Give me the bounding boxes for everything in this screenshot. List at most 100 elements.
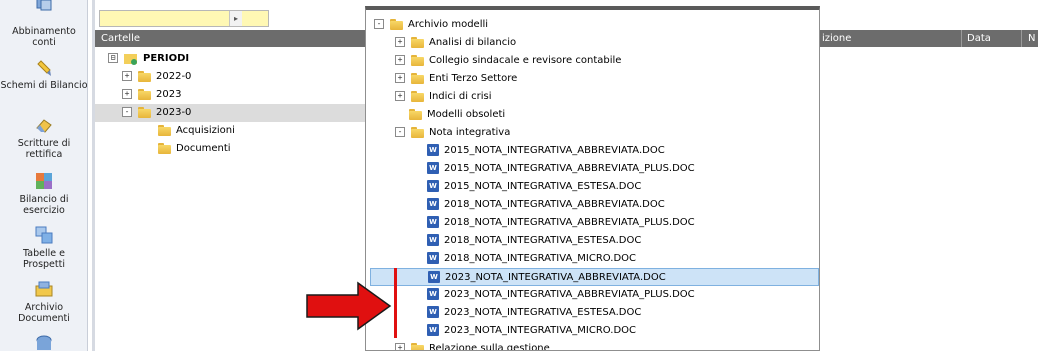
expand-icon[interactable]: + [395,91,405,101]
nav-item-archivio-documenti[interactable]: Archivio Documenti [0,280,88,324]
chevron-right-icon: ▸ [233,14,238,23]
tree-label: 2023_NOTA_INTEGRATIVA_ESTESA.DOC [444,307,642,318]
tree-node-relazione-sulla-gestione[interactable]: + Relazione sulla gestione [395,340,550,351]
eraser-icon [36,119,52,133]
tree-node-archivio-modelli[interactable]: - Archivio modelli [374,16,488,34]
tree-node-nota-integrativa[interactable]: - Nota integrativa [395,124,510,142]
tree-label: Modelli obsoleti [427,109,506,120]
expand-icon[interactable]: + [395,37,405,47]
tree-label: Nota integrativa [429,127,511,138]
search-go-button[interactable]: ▸ [229,11,242,26]
left-navigation-bar: Abbinamento conti Schemi di Bilancio Scr… [0,0,88,351]
panel-splitter[interactable] [92,0,95,351]
nav-item-schemi-di-bilancio[interactable]: Schemi di Bilancio [0,60,88,91]
word-document-icon: W [427,288,439,300]
word-document-icon: W [427,306,439,318]
tree-node-2022-0[interactable]: +2022-0 [122,68,191,86]
tree-file-2018-micro[interactable]: W 2018_NOTA_INTEGRATIVA_MICRO.DOC [427,250,636,268]
tree-file-2018-abbreviata[interactable]: W 2018_NOTA_INTEGRATIVA_ABBREVIATA.DOC [427,196,665,214]
tree-node-acquisizioni[interactable]: Acquisizioni [158,122,235,140]
tree-label: 2022-0 [156,71,192,82]
nav-label: Archivio Documenti [18,302,70,324]
collapse-icon[interactable]: - [374,19,384,29]
word-document-icon: W [427,252,439,264]
tree-node-2023[interactable]: +2023 [122,86,181,104]
tree-node-enti-terzo-settore[interactable]: + Enti Terzo Settore [395,70,517,88]
tree-node-documenti[interactable]: Documenti [158,140,231,158]
tree-label: 2023_NOTA_INTEGRATIVA_ABBREVIATA.DOC [445,272,666,283]
tree-file-2015-estesa[interactable]: W 2015_NOTA_INTEGRATIVA_ESTESA.DOC [427,178,641,196]
expand-icon[interactable]: + [122,71,132,81]
nav-item-abbinamento-conti[interactable]: Abbinamento conti [0,0,88,48]
tree-file-2023-abbreviata[interactable]: W 2023_NOTA_INTEGRATIVA_ABBREVIATA.DOC [370,268,819,286]
tree-label: 2018_NOTA_INTEGRATIVA_ESTESA.DOC [444,235,642,246]
folder-search-input[interactable] [99,10,269,27]
tree-file-2015-abbreviata[interactable]: W 2015_NOTA_INTEGRATIVA_ABBREVIATA.DOC [427,142,665,160]
folder-icon [158,142,171,154]
column-header-description[interactable]: izione [822,30,851,47]
expand-icon[interactable]: + [395,55,405,65]
expand-icon[interactable]: + [122,89,132,99]
word-document-icon: W [427,144,439,156]
tree-file-2015-abbreviata-plus[interactable]: W 2015_NOTA_INTEGRATIVA_ABBREVIATA_PLUS.D… [427,160,695,178]
column-header-number[interactable]: N [1028,30,1035,47]
tree-file-2023-micro[interactable]: W 2023_NOTA_INTEGRATIVA_MICRO.DOC [427,322,636,340]
tree-node-periodi[interactable]: ⊟ PERIODI [108,50,189,68]
collapse-icon[interactable]: ⊟ [108,53,118,63]
collapse-icon[interactable]: - [122,107,132,117]
tree-label: Archivio modelli [408,19,489,30]
tree-node-2023-0[interactable]: - 2023-0 [95,104,365,122]
word-document-icon: W [428,271,440,283]
nav-label: Tabelle e Prospetti [23,248,65,270]
nav-item-bilancio-di-esercizio[interactable]: Bilancio di esercizio [0,172,88,216]
tree-label: 2023-0 [156,107,192,118]
expand-icon[interactable]: + [395,73,405,83]
word-document-icon: W [427,324,439,336]
tree-label: 2018_NOTA_INTEGRATIVA_ABBREVIATA.DOC [444,199,665,210]
nav-label: Bilancio di esercizio [19,194,69,216]
folder-icon [390,18,403,30]
tree-node-indici-di-crisi[interactable]: + Indici di crisi [395,88,492,106]
tree-file-2023-abbreviata-plus[interactable]: W 2023_NOTA_INTEGRATIVA_ABBREVIATA_PLUS.D… [427,286,695,304]
word-document-icon: W [427,180,439,192]
nav-label: Schemi di Bilancio [0,80,88,91]
template-archive-popup: - Archivio modelli + Analisi di bilancio +… [365,6,820,351]
expand-icon[interactable]: + [395,343,405,350]
folder-icon [411,36,424,48]
tree-label: PERIODI [143,53,190,64]
tree-file-2018-abbreviata-plus[interactable]: W 2018_NOTA_INTEGRATIVA_ABBREVIATA_PLUS.D… [427,214,695,232]
folder-icon [409,108,422,120]
column-header-date[interactable]: Data [967,30,991,47]
tree-node-collegio-sindacale[interactable]: + Collegio sindacale e revisore contabile [395,52,621,70]
nav-item-scritture-di-rettifica[interactable]: Scritture di rettifica [0,116,88,160]
nav-item-partial[interactable] [0,334,88,354]
link-accounts-icon [36,0,52,11]
tree-node-analisi-di-bilancio[interactable]: + Analisi di bilancio [395,34,516,52]
database-icon [36,335,52,350]
tree-label: 2015_NOTA_INTEGRATIVA_ESTESA.DOC [444,181,642,192]
folder-icon [411,90,424,102]
document-archive-icon [35,281,53,297]
tree-label: 2015_NOTA_INTEGRATIVA_ABBREVIATA_PLUS.DO… [444,163,695,174]
tree-label: 2023_NOTA_INTEGRATIVA_ABBREVIATA_PLUS.DO… [444,289,695,300]
annotation-red-arrow-icon [306,281,392,331]
folder-icon [411,342,424,350]
tables-icon [35,226,53,244]
tree-label: 2023_NOTA_INTEGRATIVA_MICRO.DOC [444,325,636,336]
collapse-icon[interactable]: - [395,127,405,137]
tree-label: Relazione sulla gestione [429,343,550,351]
tree-file-2018-estesa[interactable]: W 2018_NOTA_INTEGRATIVA_ESTESA.DOC [427,232,641,250]
tree-node-modelli-obsoleti[interactable]: Modelli obsoleti [409,106,505,124]
folder-icon [138,106,151,118]
folder-icon [411,54,424,66]
word-document-icon: W [427,216,439,228]
cartelle-header: Cartelle [95,30,365,47]
pencil-icon [37,60,51,76]
nav-item-tabelle-e-prospetti[interactable]: Tabelle e Prospetti [0,226,88,270]
nav-label: Abbinamento conti [12,26,76,48]
tree-label: Analisi di bilancio [429,37,517,48]
tree-file-2023-estesa[interactable]: W 2023_NOTA_INTEGRATIVA_ESTESA.DOC [427,304,641,322]
tree-label: Enti Terzo Settore [429,73,518,84]
folder-icon [138,70,151,82]
annotation-red-line [394,268,397,338]
